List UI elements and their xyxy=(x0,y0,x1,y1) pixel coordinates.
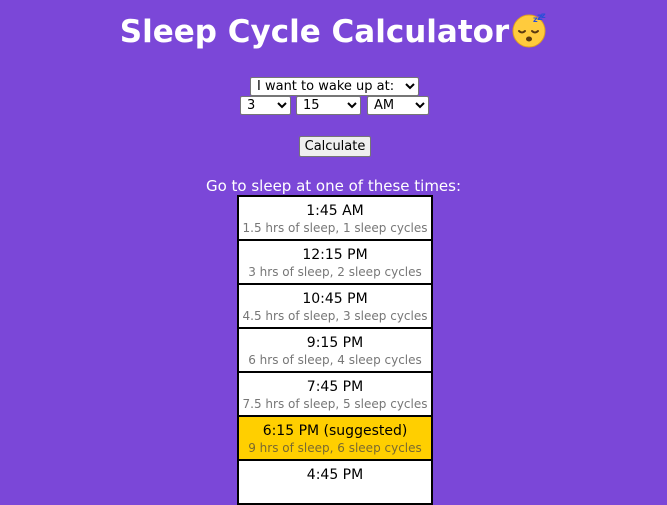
result-time: 7:45 PM xyxy=(306,379,364,395)
result-item[interactable]: 4:45 PM xyxy=(237,459,433,505)
result-item[interactable]: 12:15 PM 3 hrs of sleep, 2 sleep cycles xyxy=(237,239,433,285)
result-time: 9:15 PM xyxy=(306,335,364,351)
page-title: Sleep Cycle Calculator xyxy=(119,14,510,50)
result-detail: 4.5 hrs of sleep, 3 sleep cycles xyxy=(242,309,428,323)
svg-text:z: z xyxy=(541,12,546,20)
result-item[interactable]: 7:45 PM 7.5 hrs of sleep, 5 sleep cycles xyxy=(237,371,433,417)
result-detail: 1.5 hrs of sleep, 1 sleep cycles xyxy=(242,221,428,235)
result-item[interactable]: 10:45 PM 4.5 hrs of sleep, 3 sleep cycle… xyxy=(237,283,433,329)
result-detail: 7.5 hrs of sleep, 5 sleep cycles xyxy=(242,397,428,411)
results-list: 1:45 AM 1.5 hrs of sleep, 1 sleep cycles… xyxy=(237,195,433,505)
sleeping-face-emoji-icon: z z z xyxy=(511,11,547,48)
result-item-suggested[interactable]: 6:15 PM (suggested) 9 hrs of sleep, 6 sl… xyxy=(237,415,433,461)
result-time: 6:15 PM (suggested) xyxy=(262,423,408,439)
calculate-button[interactable]: Calculate xyxy=(299,136,371,157)
hour-select[interactable]: 3 xyxy=(240,96,291,115)
results-heading: Go to sleep at one of these times: xyxy=(205,177,462,195)
result-time: 1:45 AM xyxy=(306,203,364,219)
result-time: 10:45 PM xyxy=(302,291,368,307)
result-time: 4:45 PM xyxy=(306,467,364,483)
result-detail: 6 hrs of sleep, 4 sleep cycles xyxy=(248,353,422,367)
result-detail: 3 hrs of sleep, 2 sleep cycles xyxy=(248,265,422,279)
result-time: 12:15 PM xyxy=(302,247,368,263)
result-detail: 9 hrs of sleep, 6 sleep cycles xyxy=(248,441,422,455)
ampm-select[interactable]: AM xyxy=(367,96,429,115)
result-item[interactable]: 1:45 AM 1.5 hrs of sleep, 1 sleep cycles xyxy=(237,195,433,241)
mode-select[interactable]: I want to wake up at: xyxy=(250,77,419,96)
minute-select[interactable]: 15 xyxy=(296,96,361,115)
header: Sleep Cycle Calculator z z z xyxy=(0,11,667,50)
result-item[interactable]: 9:15 PM 6 hrs of sleep, 4 sleep cycles xyxy=(237,327,433,373)
